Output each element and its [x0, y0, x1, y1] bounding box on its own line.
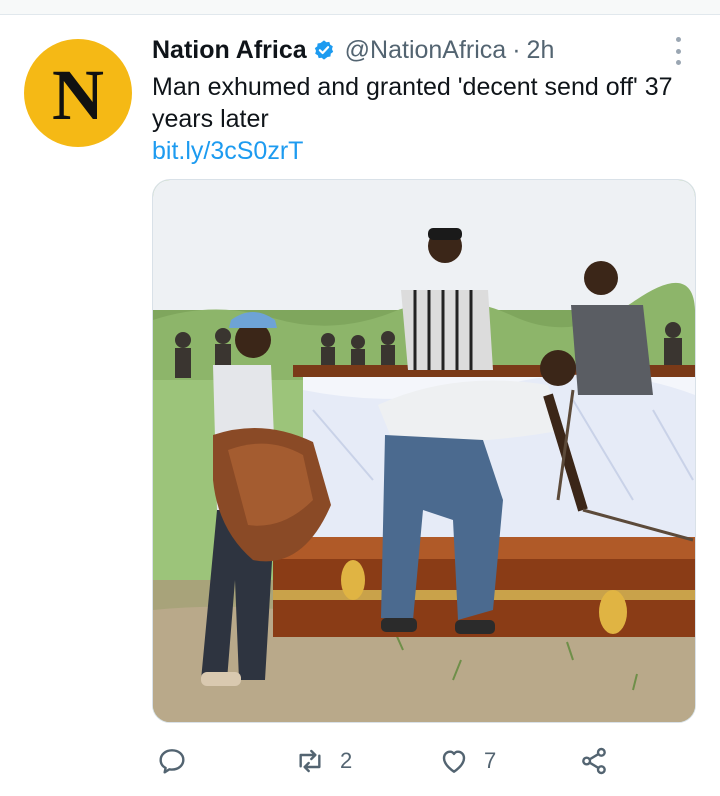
- handle[interactable]: @NationAfrica: [345, 36, 507, 65]
- retweet-count: 2: [340, 748, 353, 773]
- tweet-link[interactable]: bit.ly/3cS0zrT: [152, 135, 303, 167]
- top-divider: [0, 0, 720, 15]
- tweet-actions: 2 7: [152, 745, 622, 781]
- retweet-icon: [299, 749, 321, 773]
- avatar[interactable]: N: [24, 39, 132, 147]
- share-button[interactable]: [578, 745, 610, 777]
- separator-dot: ·: [512, 35, 521, 64]
- verified-badge-icon: [313, 39, 335, 61]
- tweet-text: Man exhumed and granted 'decent send off…: [152, 73, 673, 133]
- retweet-button[interactable]: 2: [294, 745, 352, 777]
- photo-illustration: [153, 180, 695, 722]
- tweet-card[interactable]: N Nation Africa @NationAfrica · 2h Man e…: [0, 15, 720, 796]
- avatar-letter: N: [52, 55, 104, 135]
- display-name[interactable]: Nation Africa: [152, 36, 307, 65]
- share-icon: [582, 747, 606, 775]
- tweet-photo[interactable]: [152, 179, 696, 723]
- timestamp[interactable]: 2h: [527, 36, 555, 65]
- heart-icon: [442, 750, 466, 773]
- like-button[interactable]: 7: [438, 745, 496, 777]
- tweet-header: Nation Africa @NationAfrica · 2h: [152, 35, 554, 65]
- like-count: 7: [484, 748, 497, 773]
- reply-button[interactable]: [156, 745, 188, 777]
- reply-icon: [159, 749, 185, 774]
- more-options-icon[interactable]: [668, 37, 688, 65]
